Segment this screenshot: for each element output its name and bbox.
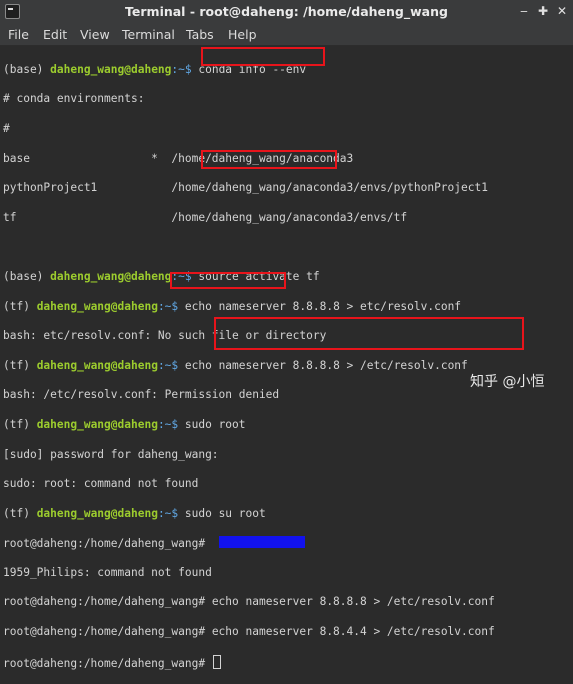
terminal-line: root@daheng:/home/daheng_wang# echo name… — [3, 595, 495, 609]
command-text: echo nameserver 8.8.4.4 > /etc/resolv.co… — [211, 625, 495, 639]
terminal-line: root@daheng:/home/daheng_wang# — [3, 536, 495, 551]
terminal-line: bash: /etc/resolv.conf: Permission denie… — [3, 388, 280, 402]
terminal-line: # conda environments: — [3, 92, 145, 106]
menu-view[interactable]: View — [80, 27, 110, 42]
window-titlebar[interactable]: Terminal - root@daheng: /home/daheng_wan… — [0, 0, 573, 24]
command-text: echo nameserver 8.8.8.8 > etc/resolv.con… — [184, 299, 462, 313]
menu-help[interactable]: Help — [228, 27, 257, 42]
command-text: sudo root — [184, 417, 246, 431]
close-icon[interactable]: ✕ — [554, 3, 570, 19]
terminal-line: 1959_Philips: command not found — [3, 565, 212, 579]
terminal-line: sudo: root: command not found — [3, 477, 199, 491]
terminal-line: (tf) daheng_wang@daheng:~$ echo nameserv… — [3, 358, 468, 372]
terminal-line: root@daheng:/home/daheng_wang# — [3, 654, 495, 670]
menu-file[interactable]: File — [8, 27, 29, 42]
terminal-line: tf /home/daheng_wang/anaconda3/envs/tf — [3, 210, 408, 224]
terminal-line: (tf) daheng_wang@daheng:~$ echo nameserv… — [3, 299, 462, 313]
terminal-output: (base) daheng_wang@daheng:~$ conda info … — [3, 48, 495, 684]
maximize-icon[interactable]: ✚ — [535, 3, 551, 19]
watermark-text: 知乎 @小恒 — [470, 374, 545, 390]
minimize-icon[interactable]: ‒ — [516, 3, 532, 19]
menu-tabs[interactable]: Tabs — [186, 27, 214, 42]
terminal-line: [sudo] password for daheng_wang: — [3, 447, 219, 461]
menu-terminal[interactable]: Terminal — [122, 27, 175, 42]
command-text: echo nameserver 8.8.8.8 > /etc/resolv.co… — [211, 595, 495, 609]
terminal-line: # — [3, 121, 10, 135]
terminal-line: (tf) daheng_wang@daheng:~$ sudo root — [3, 417, 246, 431]
terminal-line: pythonProject1 /home/daheng_wang/anacond… — [3, 181, 488, 195]
menu-edit[interactable]: Edit — [43, 27, 67, 42]
redacted-block — [218, 536, 305, 549]
highlight-box-conda-info — [201, 47, 325, 66]
terminal-line: (tf) daheng_wang@daheng:~$ sudo su root — [3, 506, 266, 520]
terminal-line: root@daheng:/home/daheng_wang# echo name… — [3, 625, 495, 639]
command-text: sudo su root — [184, 506, 266, 520]
menu-bar: File Edit View Terminal Tabs Help — [0, 24, 573, 46]
highlight-box-sudo-su — [170, 272, 286, 289]
terminal-area[interactable]: (base) daheng_wang@daheng:~$ conda info … — [0, 46, 573, 670]
highlight-box-echo-commands — [214, 317, 524, 350]
highlight-box-source-activate — [201, 150, 337, 169]
cursor-block — [212, 654, 221, 669]
command-text: echo nameserver 8.8.8.8 > /etc/resolv.co… — [184, 358, 468, 372]
window-title: Terminal - root@daheng: /home/daheng_wan… — [125, 4, 448, 19]
